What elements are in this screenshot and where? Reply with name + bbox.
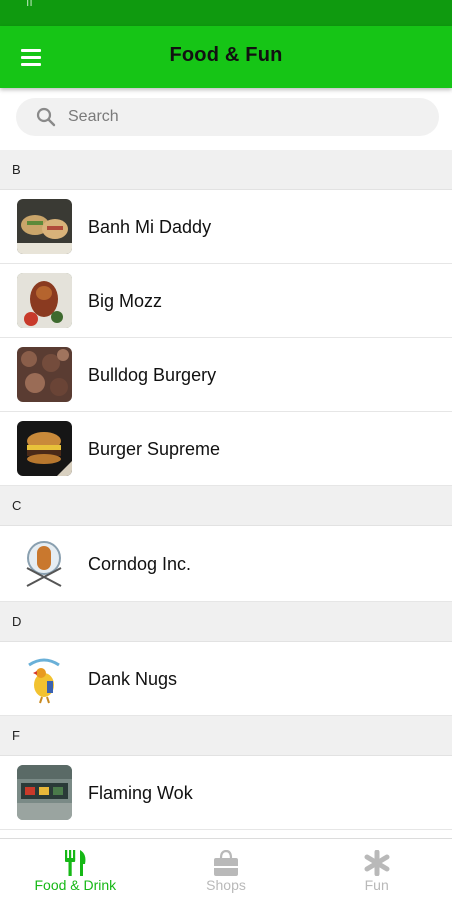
tab-label: Food & Drink [34, 877, 117, 893]
section-header-d: D [0, 602, 452, 642]
page-title: Food & Fun [169, 44, 283, 66]
search-input[interactable] [68, 98, 418, 136]
status-indicator-icon: ıı [26, 0, 33, 9]
tab-label: Shops [206, 877, 246, 893]
list-item-bulldog-burgery[interactable]: Bulldog Burgery [0, 338, 452, 412]
tab-fun[interactable]: Fun [301, 839, 452, 901]
fork-knife-icon [65, 850, 86, 876]
bottom-tab-bar: Food & Drink Shops Fun [0, 838, 452, 901]
dank-nugs-logo [17, 651, 72, 706]
section-header-c: C [0, 486, 452, 526]
restaurant-list: B Banh Mi Daddy Big Mozz Bulldog Burgery… [0, 150, 452, 830]
tab-shops[interactable]: Shops [151, 839, 302, 901]
list-item-big-mozz[interactable]: Big Mozz [0, 264, 452, 338]
list-item-banh-mi-daddy[interactable]: Banh Mi Daddy [0, 190, 452, 264]
list-item-label: Corndog Inc. [88, 554, 192, 574]
section-header-f: F [0, 716, 452, 756]
list-item-label: Bulldog Burgery [88, 365, 217, 385]
shopping-bag-icon [214, 850, 238, 876]
list-item-label: Burger Supreme [88, 439, 221, 459]
list-item-flaming-wok[interactable]: Flaming Wok [0, 756, 452, 830]
list-item-dank-nugs[interactable]: Dank Nugs [0, 642, 452, 716]
list-item-corndog-inc[interactable]: Corndog Inc. [0, 526, 452, 602]
list-item-label: Dank Nugs [88, 669, 178, 689]
list-item-label: Big Mozz [88, 291, 163, 311]
list-item-label: Flaming Wok [88, 783, 193, 803]
search-icon [36, 107, 56, 127]
list-item-label: Banh Mi Daddy [88, 217, 212, 237]
tab-label: Fun [364, 877, 389, 893]
section-header-b: B [0, 150, 452, 190]
tab-food-and-drink[interactable]: Food & Drink [0, 839, 151, 901]
search-bar[interactable] [16, 98, 439, 136]
status-bar: ıı [0, 0, 452, 26]
flaming-wok-thumbnail [17, 765, 72, 820]
banh-mi-daddy-thumbnail [17, 199, 72, 254]
app-bar: Food & Fun [0, 26, 452, 88]
list-item-burger-supreme[interactable]: Burger Supreme [0, 412, 452, 486]
asterisk-icon [364, 850, 390, 876]
search-container [0, 88, 452, 150]
bulldog-burgery-thumbnail [17, 347, 72, 402]
corndog-inc-logo [17, 536, 72, 591]
big-mozz-thumbnail [17, 273, 72, 328]
burger-supreme-thumbnail [17, 421, 72, 476]
